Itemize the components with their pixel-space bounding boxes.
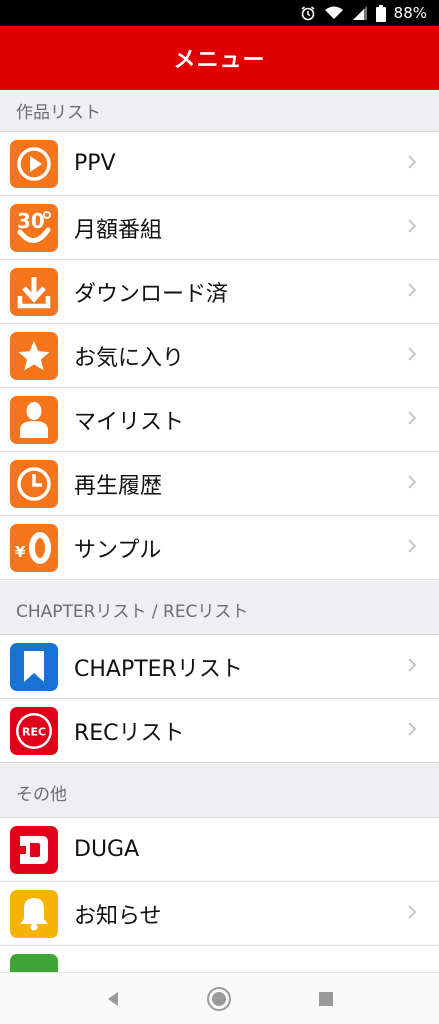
green-app-icon (10, 954, 58, 972)
alarm-icon (300, 5, 316, 21)
menu-item-label: DUGA (74, 837, 140, 862)
yen-zero-icon: ¥ (10, 523, 58, 572)
menu-list[interactable]: 作品リスト PPV 30 月額番組 ダウンロード済 お気に入り マイリスト 再生… (0, 90, 439, 972)
rec-icon: REC (10, 706, 58, 755)
menu-item-monthly[interactable]: 30 月額番組 (0, 196, 439, 260)
bookmark-icon (10, 642, 58, 691)
status-bar: 88% (0, 0, 439, 26)
battery-icon (375, 4, 386, 22)
menu-item-label: マイリスト (74, 409, 185, 435)
app-header: メニュー (0, 26, 439, 90)
menu-item-notices[interactable]: お知らせ (0, 882, 439, 946)
signal-icon (352, 5, 368, 21)
back-icon[interactable] (93, 979, 133, 1019)
section-title: 作品リスト (16, 103, 101, 123)
duga-logo-icon (10, 825, 58, 874)
menu-item-label: 再生履歴 (74, 473, 163, 499)
menu-item-history[interactable]: 再生履歴 (0, 452, 439, 516)
menu-item-rec-list[interactable]: REC RECリスト (0, 699, 439, 763)
menu-item-label: サンプル (74, 537, 162, 563)
section-header-chapter-rec: CHAPTERリスト / RECリスト (0, 580, 439, 635)
menu-item-label: お気に入り (74, 345, 185, 371)
chevron-right-icon (407, 410, 417, 430)
play-icon (10, 139, 58, 188)
download-icon (10, 267, 58, 316)
menu-item-sample[interactable]: ¥ サンプル (0, 516, 439, 580)
chevron-right-icon (407, 538, 417, 558)
chevron-right-icon (407, 904, 417, 924)
menu-item-duga[interactable]: DUGA (0, 818, 439, 882)
bell-icon (10, 889, 58, 938)
chevron-right-icon (407, 657, 417, 677)
menu-item-label: ダウンロード済 (74, 281, 229, 307)
menu-item-label: 月額番組 (74, 217, 163, 243)
thirty-days-icon: 30 (10, 203, 58, 252)
home-icon[interactable] (199, 979, 239, 1019)
menu-item-partial[interactable] (0, 946, 439, 972)
menu-item-ppv[interactable]: PPV (0, 132, 439, 196)
section-header-works: 作品リスト (0, 90, 439, 132)
section-title: CHAPTERリスト / RECリスト (16, 601, 249, 622)
system-nav-bar (0, 972, 439, 1024)
star-icon (10, 331, 58, 380)
menu-item-label: お知らせ (74, 903, 162, 929)
chevron-right-icon (407, 218, 417, 238)
chevron-right-icon (407, 474, 417, 494)
menu-item-chapter-list[interactable]: CHAPTERリスト (0, 635, 439, 699)
wifi-icon (324, 5, 344, 21)
person-icon (10, 395, 58, 444)
page-title: メニュー (173, 48, 266, 73)
section-title: その他 (16, 784, 67, 805)
clock-icon (10, 459, 58, 508)
chevron-right-icon (407, 346, 417, 366)
chevron-right-icon (407, 721, 417, 741)
menu-item-label: RECリスト (74, 720, 185, 746)
chevron-right-icon (407, 154, 417, 174)
battery-percent: 88% (393, 4, 427, 22)
section-header-other: その他 (0, 763, 439, 818)
menu-item-label: CHAPTERリスト (74, 656, 243, 682)
rec-icon-text: REC (22, 725, 46, 738)
menu-item-downloaded[interactable]: ダウンロード済 (0, 260, 439, 324)
menu-item-label: PPV (74, 151, 116, 176)
menu-item-favorites[interactable]: お気に入り (0, 324, 439, 388)
svg-text:¥: ¥ (15, 543, 26, 561)
recents-icon[interactable] (306, 979, 346, 1019)
menu-item-mylist[interactable]: マイリスト (0, 388, 439, 452)
svg-text:30: 30 (17, 209, 45, 233)
chevron-right-icon (407, 282, 417, 302)
